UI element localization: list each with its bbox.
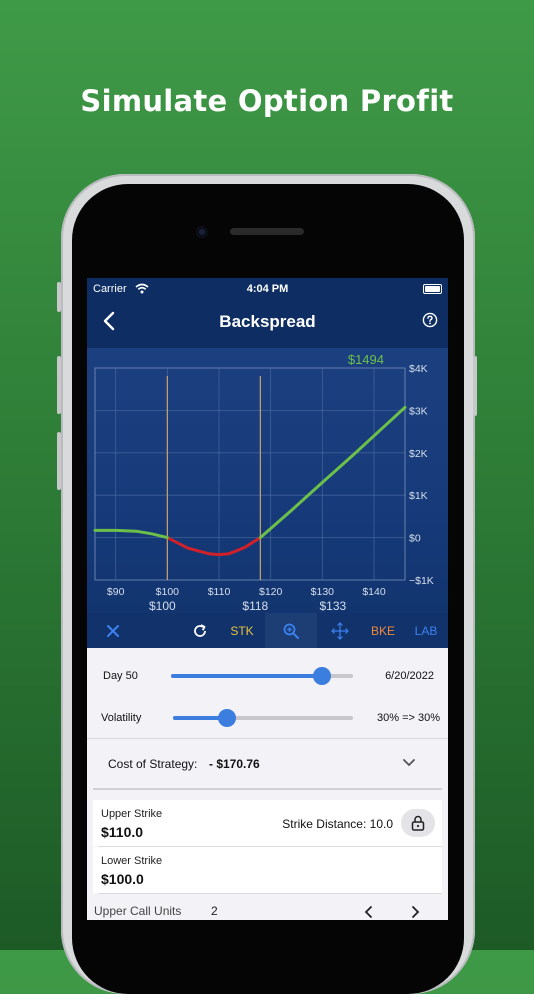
bke-tool-button[interactable]: BKE [363,613,403,648]
move-arrows-icon [331,621,349,640]
y-tick-label: $0 [409,533,421,545]
x-tick-label: $120 [259,586,283,598]
upper-call-units-row: Upper Call Units 2 [87,902,448,920]
payoff-curve-profit [258,405,407,540]
lab-tool-label: LAB [414,623,438,638]
phone-side-button [57,432,61,490]
phone-side-button [57,356,61,414]
x-tick-label: $90 [107,586,125,598]
day-label: Day 50 [103,670,138,682]
phone-side-button [57,282,61,312]
lower-strike-label: Lower Strike [101,855,163,867]
upper-strike-row: Upper Strike $110.0 Strike Distance: 10.… [93,800,442,846]
profit-chart[interactable]: $4K$3K$2K$1K$0−$1K $90 $100 $110 $120 $130 $1… [87,348,448,613]
volatility-slider-thumb[interactable] [218,709,236,727]
lock-strike-button[interactable] [401,809,435,837]
volatility-slider-row: Volatility 30% => 30% [87,704,448,732]
battery-icon [423,284,442,294]
upper-call-units-label: Upper Call Units [94,904,182,918]
close-chart-button[interactable] [97,613,129,648]
section-divider [93,788,442,790]
y-tick-label: $3K [409,405,428,417]
app-header: Carrier 4:04 PM Backspread [87,278,448,348]
strike-label: $133 [319,599,346,613]
close-icon [107,624,119,637]
day-date: 6/20/2022 [385,670,434,682]
decrease-units-button[interactable] [361,904,377,920]
day-slider-fill [171,674,323,678]
day-slider-row: Day 50 6/20/2022 [87,662,448,690]
zoom-in-icon [283,623,299,639]
chevron-right-icon [412,906,420,918]
reset-chart-button[interactable] [185,613,215,648]
stk-tool-button[interactable]: STK [221,613,263,648]
strike-label: $100 [149,599,176,613]
cost-of-strategy-row[interactable]: Cost of Strategy: - $170.76 [87,740,448,788]
x-tick-label: $100 [156,586,180,598]
chart-value-label: $1494 [348,352,384,367]
phone-side-button [473,356,477,416]
payoff-curve-loss [165,536,262,557]
day-slider[interactable] [171,667,353,685]
lower-strike-row: Lower Strike $100.0 [93,847,442,893]
promo-headline: Simulate Option Profit [80,84,454,118]
day-slider-thumb[interactable] [313,667,332,685]
section-divider [87,738,448,739]
y-tick-label: −$1K [409,575,434,587]
lower-strike-value[interactable]: $100.0 [101,871,144,887]
question-circle-icon [422,312,438,328]
stk-tool-label: STK [230,623,254,638]
front-camera [196,226,208,238]
page-title: Backspread [219,312,316,331]
chevron-left-icon [364,906,372,918]
settings-panel: Day 50 6/20/2022 Volatility 30% => 30% C… [87,648,448,920]
strike-distance-label: Strike Distance: 10.0 [282,817,393,831]
chart-plot-border [94,367,406,581]
x-tick-label: $130 [311,586,335,598]
bke-tool-label: BKE [370,623,395,638]
increase-units-button[interactable] [407,904,423,920]
cost-label: Cost of Strategy: [108,757,198,771]
volatility-label: Volatility [101,712,142,724]
chevron-down-icon [403,759,415,767]
row-divider [99,893,442,894]
strike-label: $118 [242,599,268,613]
y-tick-label: $1K [409,490,428,502]
lab-tool-button[interactable]: LAB [407,613,445,648]
zoom-tool-button[interactable] [265,613,317,648]
volatility-slider[interactable] [173,709,353,727]
x-tick-label: $110 [208,586,231,598]
nav-bar: Backspread [87,306,448,336]
volatility-value: 30% => 30% [377,712,440,724]
chart-toolbar: STK BKE LAB [87,613,448,648]
refresh-icon [194,623,206,637]
upper-strike-label: Upper Strike [101,808,163,820]
earpiece-speaker [230,228,304,235]
upper-call-units-value: 2 [211,904,218,918]
profit-chart-area[interactable]: $4K $3K $2K $1K $0 −$1K $90 $100 $110 $120 $130 $1… [87,348,448,613]
x-tick-label: $140 [362,586,386,598]
upper-strike-value[interactable]: $110.0 [101,824,143,840]
cost-value: - $170.76 [209,757,260,771]
status-time: 4:04 PM [246,283,289,295]
payoff-curve-profit [93,528,169,540]
help-button[interactable] [422,312,438,328]
status-bar: Carrier 4:04 PM [93,283,442,297]
y-tick-label: $2K [409,448,428,460]
pan-tool-button[interactable] [321,613,359,648]
y-tick-label: $4K [409,363,428,375]
unlock-icon [411,815,425,831]
app-screen: Carrier 4:04 PM Backspread $4K $3K $2K $1K $… [87,278,448,920]
